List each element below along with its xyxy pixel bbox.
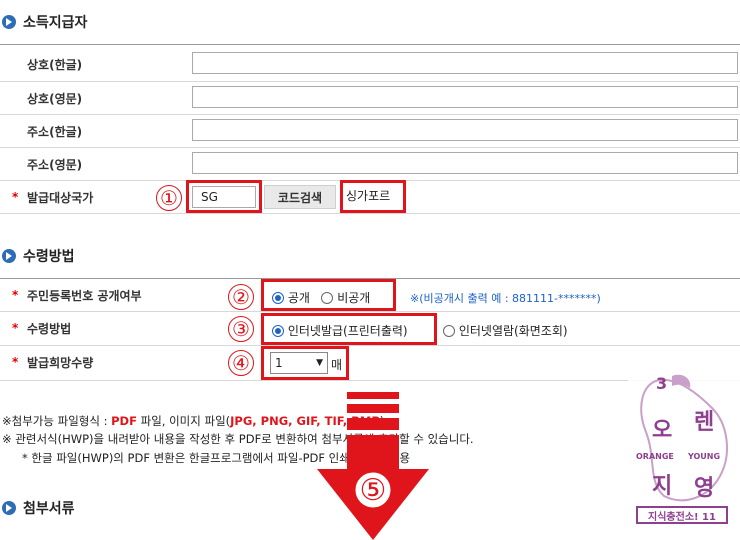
watermark-logo: 3 오 렌 ORANGE YOUNG 지 영 지식충전소! 11 xyxy=(628,372,740,528)
addr-kor-input[interactable] xyxy=(192,119,738,141)
addr-eng-input[interactable] xyxy=(192,152,738,174)
down-arrow-icon xyxy=(317,392,429,540)
logo-char-1: 오 xyxy=(652,418,673,443)
annotation-5: ⑤ xyxy=(359,472,387,508)
section-receive: 수령방법 xyxy=(2,246,75,266)
label-addr-kor: 주소(한글) xyxy=(27,124,83,139)
logo-char-2: 렌 xyxy=(694,410,715,435)
quantity-value: 1 xyxy=(275,356,283,370)
logo-footer: 지식충전소! 11 xyxy=(636,506,728,524)
section-attach-title: 첨부서류 xyxy=(23,501,75,517)
radio-public[interactable] xyxy=(272,292,284,304)
label-quantity: 발급희망수량 xyxy=(0,346,182,378)
label-method: 수령방법 xyxy=(0,312,182,344)
logo-en-left: ORANGE xyxy=(636,452,674,461)
disclosure-note: ※(비공개시 출력 예 : 881111-*******) xyxy=(410,292,601,305)
section-bullet-icon xyxy=(2,249,16,263)
method-options: 인터넷발급(프린터출력) xyxy=(272,322,408,339)
country-code-input[interactable]: SG xyxy=(192,186,256,208)
label-name-eng: 상호(영문) xyxy=(27,91,83,106)
radio-print-label[interactable]: 인터넷발급(프린터출력) xyxy=(288,324,408,338)
country-name-text: 싱가포르 xyxy=(346,189,391,203)
radio-private-label[interactable]: 비공개 xyxy=(337,291,370,305)
section-bullet-icon xyxy=(2,501,16,515)
quantity-unit: 매 xyxy=(331,358,343,372)
code-search-button[interactable]: 코드검색 xyxy=(264,185,336,209)
section-issuer: 소득지급자 xyxy=(2,12,87,32)
method-view-option: 인터넷열람(화면조회) xyxy=(443,322,568,339)
annotation-2: ② xyxy=(228,284,254,310)
annotation-1: ① xyxy=(156,185,182,211)
annotation-3: ③ xyxy=(228,316,254,342)
section-bullet-icon xyxy=(2,15,16,29)
logo-shape-icon xyxy=(640,374,728,502)
disclosure-options: 공개 비공개 xyxy=(272,289,370,306)
radio-view-label[interactable]: 인터넷열람(화면조회) xyxy=(459,324,568,338)
radio-print[interactable] xyxy=(272,325,284,337)
label-disclosure: 주민등록번호 공개여부 xyxy=(0,279,182,311)
label-name-kor: 상호(한글) xyxy=(27,57,83,72)
radio-view[interactable] xyxy=(443,325,455,337)
name-eng-input[interactable] xyxy=(192,86,738,108)
chevron-down-icon: ▼ xyxy=(316,358,323,368)
row-divider xyxy=(0,213,740,214)
name-kor-input[interactable] xyxy=(192,52,738,74)
annotation-4: ④ xyxy=(228,350,254,376)
logo-char-4: 영 xyxy=(694,476,715,501)
section-receive-title: 수령방법 xyxy=(23,249,75,265)
radio-private[interactable] xyxy=(321,292,334,304)
logo-char-3: 지 xyxy=(652,474,673,499)
section-attach: 첨부서류 xyxy=(2,498,75,518)
label-addr-eng: 주소(영문) xyxy=(27,157,83,172)
label-country: 발급대상국가 xyxy=(0,181,182,213)
divider xyxy=(0,44,740,45)
section-issuer-title: 소득지급자 xyxy=(23,15,88,31)
quantity-select[interactable]: 1 ▼ xyxy=(270,352,328,374)
logo-en-right: YOUNG xyxy=(688,452,721,461)
radio-public-label[interactable]: 공개 xyxy=(288,291,310,305)
logo-num: 3 xyxy=(656,374,668,393)
